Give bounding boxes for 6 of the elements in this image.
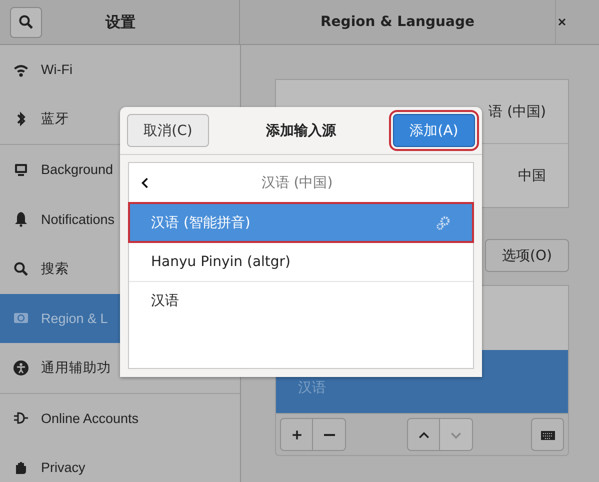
setting-value: 语 (中国) <box>488 102 546 120</box>
panel-title: Region & Language <box>320 14 476 30</box>
list-header: 汉语 (中国) <box>260 174 334 192</box>
dialog-title: 添加输入源 <box>265 122 338 140</box>
setting-value: 中国 <box>518 166 546 184</box>
window-title: 设置 <box>104 12 136 32</box>
